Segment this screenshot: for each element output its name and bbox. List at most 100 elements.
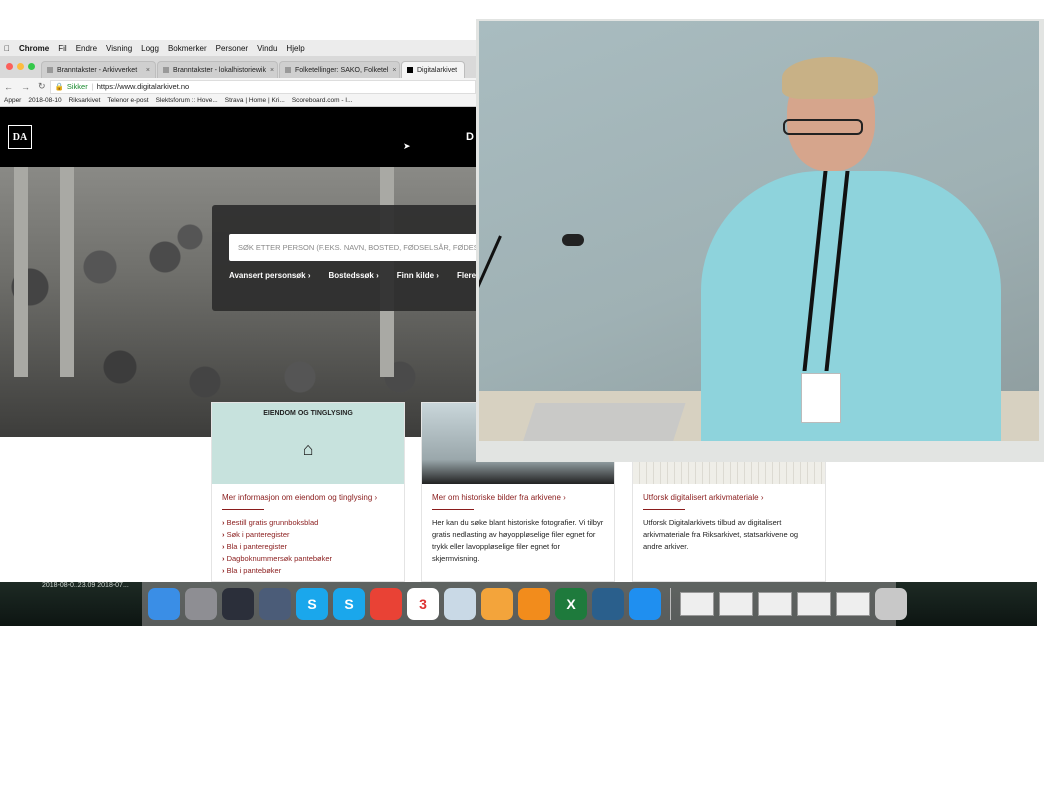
minimized-window-thumbnail[interactable]	[797, 592, 831, 616]
divider	[643, 509, 685, 510]
search-panel: SØK ETTER PERSON (F.EKS. NAVN, BOSTED, F…	[212, 205, 476, 311]
minimized-window-thumbnail[interactable]	[680, 592, 714, 616]
card-more-link[interactable]: Utforsk digitalisert arkivmateriale ›	[643, 493, 763, 502]
list-item[interactable]: Bestill gratis grunnboksblad	[222, 517, 332, 529]
window-controls	[0, 63, 41, 78]
card-description: Her kan du søke blant historiske fotogra…	[432, 518, 604, 563]
find-source-link[interactable]: Finn kilde ›	[397, 271, 439, 280]
speaker-video-frame	[479, 21, 1039, 441]
close-window-button[interactable]	[6, 63, 13, 70]
menu-bokmerker[interactable]: Bokmerker	[168, 44, 207, 53]
back-arrow-icon[interactable]: ←	[0, 82, 17, 92]
microphone-icon	[562, 234, 584, 246]
mouse-cursor-icon: ➤	[403, 141, 411, 151]
url-field[interactable]: 🔒 Sikker | https://www.digitalarkivet.no	[49, 79, 476, 94]
mysql-workbench-icon[interactable]	[592, 588, 624, 620]
minimized-window-thumbnail[interactable]	[719, 592, 753, 616]
divider	[432, 509, 474, 510]
bookmark-riksarkivet[interactable]: Riksarkivet	[69, 97, 101, 104]
tab-label: Branntakster - Arkivverket	[57, 66, 138, 74]
tab-branntakster-lokalhistoriewiki[interactable]: Branntakster - lokalhistoriewik ×	[157, 61, 278, 78]
list-item[interactable]: Bla i pantebøker	[222, 565, 332, 577]
skype-icon[interactable]: S	[296, 588, 328, 620]
speaker-glasses	[783, 119, 863, 135]
tab-digitalarkivet[interactable]: Digitalarkivet	[401, 61, 465, 78]
launchpad-icon[interactable]	[185, 588, 217, 620]
safari-icon[interactable]	[629, 588, 661, 620]
tab-label: Folketellinger: SAKO, Folketel	[295, 66, 389, 74]
excel-icon[interactable]: X	[555, 588, 587, 620]
list-item[interactable]: Søk i panteregister	[222, 529, 332, 541]
list-item[interactable]: Dagboknummersøk pantebøker	[222, 553, 332, 565]
tab-label: Digitalarkivet	[417, 66, 458, 74]
header-nav-fragment[interactable]: D	[466, 131, 474, 143]
finder-icon[interactable]	[148, 588, 180, 620]
list-item[interactable]: Bla i panteregister	[222, 541, 332, 553]
ibooks-icon[interactable]	[518, 588, 550, 620]
card-link-list: Bestill gratis grunnboksblad Søk i pante…	[222, 517, 332, 577]
bookmark-scoreboard[interactable]: Scoreboard.com - I...	[292, 97, 353, 104]
apple-icon[interactable]: 	[4, 44, 10, 53]
bookmark-folder-2018[interactable]: 2018-08-10	[28, 97, 61, 104]
close-tab-icon[interactable]: ×	[266, 67, 274, 74]
card-header: EIENDOM OG TINGLYSING ⌂	[212, 403, 404, 484]
lock-icon: 🔒	[54, 82, 64, 91]
menu-vindu[interactable]: Vindu	[257, 44, 277, 53]
advanced-person-search-link[interactable]: Avansert personsøk ›	[229, 271, 311, 280]
menu-hjelp[interactable]: Hjelp	[286, 44, 304, 53]
bookmark-telenor[interactable]: Telenor e-post	[107, 97, 148, 104]
site-logo[interactable]: DA	[8, 125, 32, 149]
tab-label: Branntakster - lokalhistoriewik	[173, 66, 266, 74]
favicon-icon	[285, 67, 291, 73]
forward-arrow-icon[interactable]: →	[17, 82, 34, 92]
chrome-icon[interactable]	[370, 588, 402, 620]
x11-icon[interactable]	[259, 588, 291, 620]
more-searches-link[interactable]: Flere søk ›	[457, 271, 476, 280]
menu-app-name[interactable]: Chrome	[19, 44, 49, 53]
tab-folketellinger[interactable]: Folketellinger: SAKO, Folketel ×	[279, 61, 400, 78]
bookmark-slektsforum[interactable]: Slektsforum :: Hove...	[156, 97, 218, 104]
speaker-video-overlay	[476, 19, 1044, 462]
site-header: DA ➤ D	[0, 107, 476, 167]
menu-personer[interactable]: Personer	[216, 44, 248, 53]
home-icon: ⌂	[302, 439, 314, 459]
close-tab-icon[interactable]: ×	[142, 67, 150, 74]
favicon-icon	[407, 67, 413, 73]
minimize-window-button[interactable]	[17, 63, 24, 70]
mission-control-icon[interactable]	[222, 588, 254, 620]
minimized-window-thumbnail[interactable]	[836, 592, 870, 616]
trash-icon[interactable]	[875, 588, 907, 620]
preview-icon[interactable]	[444, 588, 476, 620]
secure-label: Sikker	[66, 82, 88, 91]
close-tab-icon[interactable]: ×	[388, 67, 396, 74]
card-title: EIENDOM OG TINGLYSING	[263, 410, 353, 417]
mac-dock: SS 3 X	[142, 582, 907, 626]
bookmark-strava[interactable]: Strava | Home | Kri...	[225, 97, 285, 104]
menu-endre[interactable]: Endre	[76, 44, 97, 53]
skype-icon[interactable]: S	[333, 588, 365, 620]
speaker-body	[701, 171, 1001, 441]
hero-pillar	[14, 167, 28, 377]
place-search-link[interactable]: Bostedssøk ›	[329, 271, 379, 280]
calendar-icon[interactable]: 3	[407, 588, 439, 620]
dock-separator	[670, 588, 671, 620]
menu-logg[interactable]: Logg	[141, 44, 159, 53]
url-text: https://www.digitalarkivet.no	[96, 82, 190, 91]
hero-pillar	[60, 167, 74, 377]
card-more-link[interactable]: Mer informasjon om eiendom og tinglysing…	[222, 493, 377, 502]
reload-icon[interactable]: ↻	[34, 81, 50, 92]
card-more-link[interactable]: Mer om historiske bilder fra arkivene ›	[432, 493, 566, 502]
name-badge	[801, 373, 841, 423]
browser-tabbar: Branntakster - Arkivverket × Branntakste…	[0, 56, 476, 78]
search-links: Avansert personsøk › Bostedssøk › Finn k…	[229, 271, 476, 280]
favicon-icon	[47, 67, 53, 73]
photos-icon[interactable]	[481, 588, 513, 620]
bookmark-apper[interactable]: Apper	[4, 97, 21, 104]
menu-visning[interactable]: Visning	[106, 44, 132, 53]
zoom-window-button[interactable]	[28, 63, 35, 70]
menu-fil[interactable]: Fil	[58, 44, 66, 53]
person-search-input[interactable]: SØK ETTER PERSON (F.EKS. NAVN, BOSTED, F…	[229, 234, 476, 261]
minimized-window-thumbnail[interactable]	[758, 592, 792, 616]
tab-branntakster-arkivverket[interactable]: Branntakster - Arkivverket ×	[41, 61, 156, 78]
laptop	[522, 403, 686, 441]
